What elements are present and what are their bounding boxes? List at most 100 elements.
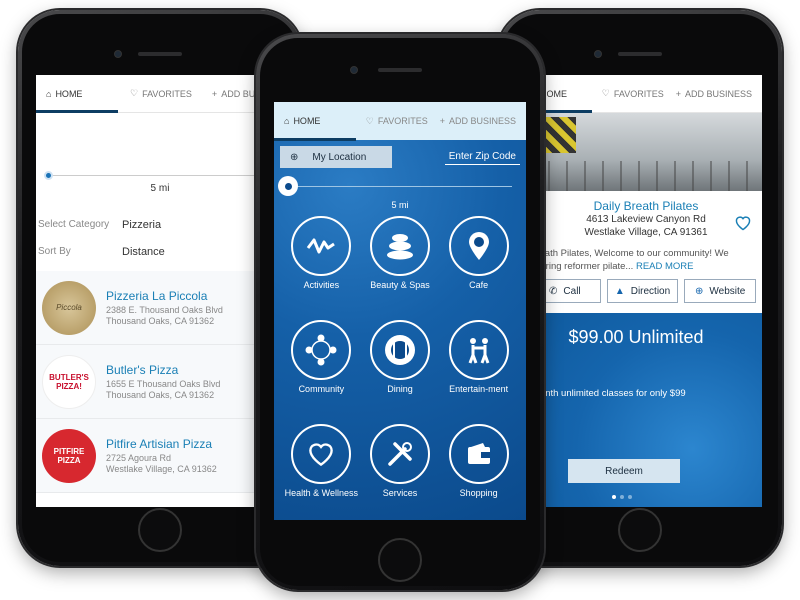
business-address1: 1655 E Thousand Oaks Blvd bbox=[106, 378, 221, 389]
tab-home[interactable]: ⌂ HOME bbox=[274, 102, 356, 141]
action-buttons: ✆ Call ▲ Direction ⊕ Website bbox=[530, 273, 762, 303]
business-name[interactable]: Pizzeria La Piccola bbox=[106, 289, 223, 303]
business-address2: Westlake Village, CA 91361 bbox=[584, 227, 708, 238]
center-screen: ⌂ HOME ♡ FAVORITES + ADD BUSINESS ⊕ My L… bbox=[274, 102, 526, 520]
wall-art bbox=[544, 117, 576, 153]
dance-icon bbox=[448, 320, 509, 380]
tab-favorites[interactable]: ♡ FAVORITES bbox=[356, 102, 438, 140]
category-health-wellness[interactable]: Health & Wellness bbox=[282, 424, 361, 520]
redeem-button[interactable]: Redeem bbox=[568, 459, 680, 483]
dining-icon bbox=[369, 320, 430, 380]
business-description: Breath Pilates, Welcome to our community… bbox=[530, 248, 729, 272]
heart-icon bbox=[291, 424, 352, 484]
direction-button[interactable]: ▲ Direction bbox=[606, 279, 679, 303]
deal-description: Month unlimited classes for only $99 bbox=[532, 388, 686, 399]
plus-icon: + bbox=[439, 116, 445, 126]
my-location-button[interactable]: ⊕ My Location bbox=[280, 146, 392, 168]
left-tabbar: ⌂ HOME ♡ FAVORITES + ADD BUS bbox=[36, 75, 284, 113]
heart-icon: ♡ bbox=[365, 115, 374, 126]
favorite-heart-icon[interactable] bbox=[734, 215, 752, 231]
plus-icon: + bbox=[675, 88, 681, 99]
business-logo: BUTLER'S PIZZA! bbox=[42, 354, 96, 409]
business-detail: Daily Breath Pilates 4613 Lakeview Canyo… bbox=[530, 191, 762, 239]
category-activities[interactable]: Activities bbox=[282, 216, 361, 314]
tab-home[interactable]: ⌂ HOME bbox=[36, 75, 118, 113]
slider-knob[interactable] bbox=[44, 171, 53, 180]
read-more-link[interactable]: READ MORE bbox=[636, 261, 694, 272]
business-photo bbox=[530, 113, 762, 191]
sort-label: Sort By bbox=[38, 246, 71, 257]
heart-icon: ♡ bbox=[130, 88, 139, 98]
category-cafe[interactable]: Cafe bbox=[439, 216, 518, 314]
right-screen: HOME ♡ FAVORITES + ADD BUSINESS Daily Br… bbox=[530, 75, 762, 507]
category-value: Pizzeria bbox=[122, 218, 162, 231]
category-community[interactable]: Community bbox=[282, 320, 361, 418]
stones-icon bbox=[369, 216, 430, 276]
category-beauty-spas[interactable]: Beauty & Spas bbox=[361, 216, 440, 314]
home-icon: ⌂ bbox=[46, 88, 52, 99]
business-name[interactable]: Pitfire Artisian Pizza bbox=[106, 437, 217, 451]
carousel-dots[interactable] bbox=[612, 495, 632, 499]
category-dining[interactable]: Dining bbox=[361, 320, 440, 418]
location-bar: ⊕ My Location Enter Zip Code bbox=[274, 140, 526, 168]
deal-title: $99.00 Unlimited bbox=[568, 327, 704, 347]
wallet-icon bbox=[448, 424, 509, 484]
website-button[interactable]: ⊕ Website bbox=[684, 279, 757, 303]
community-icon bbox=[291, 320, 352, 380]
business-name[interactable]: Butler's Pizza bbox=[106, 363, 220, 377]
business-address1: 4613 Lakeview Canyon Rd bbox=[586, 214, 706, 225]
slider-knob[interactable] bbox=[278, 176, 298, 196]
heart-icon: ♡ bbox=[601, 88, 610, 98]
zip-code-button[interactable]: Enter Zip Code bbox=[444, 149, 520, 165]
front-camera bbox=[114, 50, 122, 58]
tab-add-business[interactable]: + ADD BUSINESS bbox=[674, 75, 762, 112]
category-label: Select Category bbox=[38, 219, 110, 230]
category-entertainment[interactable]: Entertain-ment bbox=[439, 320, 518, 418]
business-logo: PITFIRE PIZZA bbox=[42, 428, 96, 483]
business-info: Pitfire Artisian Pizza 2725 Agoura Rd We… bbox=[106, 437, 217, 475]
sort-select[interactable]: Sort By Distance bbox=[36, 238, 284, 265]
globe-icon: ⊕ bbox=[695, 285, 704, 297]
bike-rows bbox=[530, 161, 762, 191]
plus-icon: + bbox=[211, 88, 218, 99]
tools-icon bbox=[369, 424, 430, 484]
distance-slider[interactable] bbox=[274, 168, 526, 204]
business-list: Piccola Pizzeria La Piccola 2388 E. Thou… bbox=[36, 271, 284, 493]
tab-favorites[interactable]: ♡ FAVORITES bbox=[118, 75, 202, 112]
tab-favorites[interactable]: ♡ FAVORITES bbox=[592, 75, 674, 112]
carousel-dot[interactable] bbox=[628, 495, 632, 499]
direction-arrow-icon: ▲ bbox=[614, 285, 625, 297]
sort-value: Distance bbox=[122, 245, 165, 258]
activity-icon bbox=[291, 216, 352, 276]
category-select[interactable]: Select Category Pizzeria bbox=[36, 211, 284, 238]
business-address1: 2725 Agoura Rd bbox=[106, 452, 172, 463]
business-address1: 2388 E. Thousand Oaks Blvd bbox=[106, 304, 223, 315]
right-tabbar: HOME ♡ FAVORITES + ADD BUSINESS bbox=[530, 75, 762, 113]
business-address2: Westlake Village, CA 91362 bbox=[106, 463, 217, 474]
list-item[interactable]: Piccola Pizzeria La Piccola 2388 E. Thou… bbox=[36, 271, 284, 345]
home-hardware-button[interactable] bbox=[618, 508, 662, 552]
center-tabbar: ⌂ HOME ♡ FAVORITES + ADD BUSINESS bbox=[274, 102, 526, 141]
business-logo: Piccola bbox=[42, 280, 96, 335]
speaker bbox=[138, 52, 182, 56]
business-address2: Thousand Oaks, CA 91362 bbox=[106, 315, 215, 326]
slider-track bbox=[288, 186, 512, 187]
list-item[interactable]: BUTLER'S PIZZA! Butler's Pizza 1655 E Th… bbox=[36, 345, 284, 419]
home-hardware-button[interactable] bbox=[378, 538, 422, 582]
tab-add-business[interactable]: + ADD BUSINESS bbox=[438, 102, 526, 140]
left-screen: ⌂ HOME ♡ FAVORITES + ADD BUS 5 mi Select… bbox=[36, 75, 284, 507]
distance-slider[interactable] bbox=[36, 161, 284, 191]
business-address2: Thousand Oaks, CA 91362 bbox=[106, 389, 215, 400]
cafe-pin-icon bbox=[448, 216, 509, 276]
front-camera bbox=[594, 50, 602, 58]
business-info: Butler's Pizza 1655 E Thousand Oaks Blvd… bbox=[106, 363, 220, 401]
list-item[interactable]: PITFIRE PIZZA Pitfire Artisian Pizza 272… bbox=[36, 419, 284, 493]
category-services[interactable]: Services bbox=[361, 424, 440, 520]
home-hardware-button[interactable] bbox=[138, 508, 182, 552]
phone-center: ⌂ HOME ♡ FAVORITES + ADD BUSINESS ⊕ My L… bbox=[256, 34, 544, 590]
carousel-dot[interactable] bbox=[612, 495, 616, 499]
category-shopping[interactable]: Shopping bbox=[439, 424, 518, 520]
front-camera bbox=[350, 66, 358, 74]
carousel-dot[interactable] bbox=[620, 495, 624, 499]
